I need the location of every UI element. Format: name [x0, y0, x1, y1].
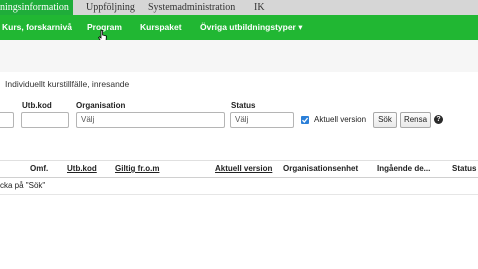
status-select[interactable]: Välj	[230, 112, 294, 128]
help-icon[interactable]: ?	[434, 115, 443, 124]
results-table-header: Omf. Utb.kod Giltig fr.o.m Aktuell versi…	[0, 160, 478, 178]
status-label: Status	[231, 101, 256, 110]
empty-message: cka på "Sök"	[0, 181, 46, 190]
tab-ik[interactable]: IK	[254, 0, 265, 15]
page-title: Individuellt kurstillfälle, inresande	[5, 79, 130, 89]
clear-button[interactable]: Rensa	[400, 112, 431, 128]
column-aktuell-version[interactable]: Aktuell version	[215, 164, 272, 173]
subnav-item-ovriga-utbildningstyper[interactable]: Övriga utbildningstyper ▾	[200, 15, 303, 40]
column-organisationsenhet[interactable]: Organisationsenhet	[283, 164, 358, 173]
column-ingaende-delar[interactable]: Ingående de...	[377, 164, 430, 173]
subnav-item-kurspaket[interactable]: Kurspaket	[140, 15, 182, 40]
column-status[interactable]: Status	[452, 164, 476, 173]
code-field[interactable]	[0, 112, 14, 128]
search-button[interactable]: Sök	[373, 112, 397, 128]
aktuell-version-checkbox[interactable]	[301, 116, 309, 124]
subnav-item-kurs-forskarniva[interactable]: Kurs, forskarnivå	[2, 15, 72, 40]
utbkod-input[interactable]	[21, 112, 69, 128]
sub-navigation: Kurs, forskarnivå Program Kurspaket Övri…	[0, 15, 478, 40]
utbkod-label: Utb.kod	[22, 101, 52, 110]
column-giltig-from[interactable]: Giltig fr.o.m	[115, 164, 159, 173]
tab-utbildningsinformation[interactable]: ningsinformation	[0, 0, 73, 15]
organisation-label: Organisation	[76, 101, 126, 110]
table-empty-row: cka på "Sök"	[0, 178, 478, 195]
organisation-select[interactable]: Välj	[76, 112, 225, 128]
column-utbkod[interactable]: Utb.kod	[67, 164, 97, 173]
checkmark-icon	[302, 117, 309, 123]
aktuell-version-label: Aktuell version	[314, 115, 367, 124]
tab-systemadministration[interactable]: Systemadministration	[148, 0, 235, 15]
column-omf[interactable]: Omf.	[30, 164, 48, 173]
tab-uppfoljning[interactable]: Uppföljning	[86, 0, 135, 15]
page-header-band	[0, 40, 478, 72]
top-navigation: ningsinformation Uppföljning Systemadmin…	[0, 0, 478, 15]
